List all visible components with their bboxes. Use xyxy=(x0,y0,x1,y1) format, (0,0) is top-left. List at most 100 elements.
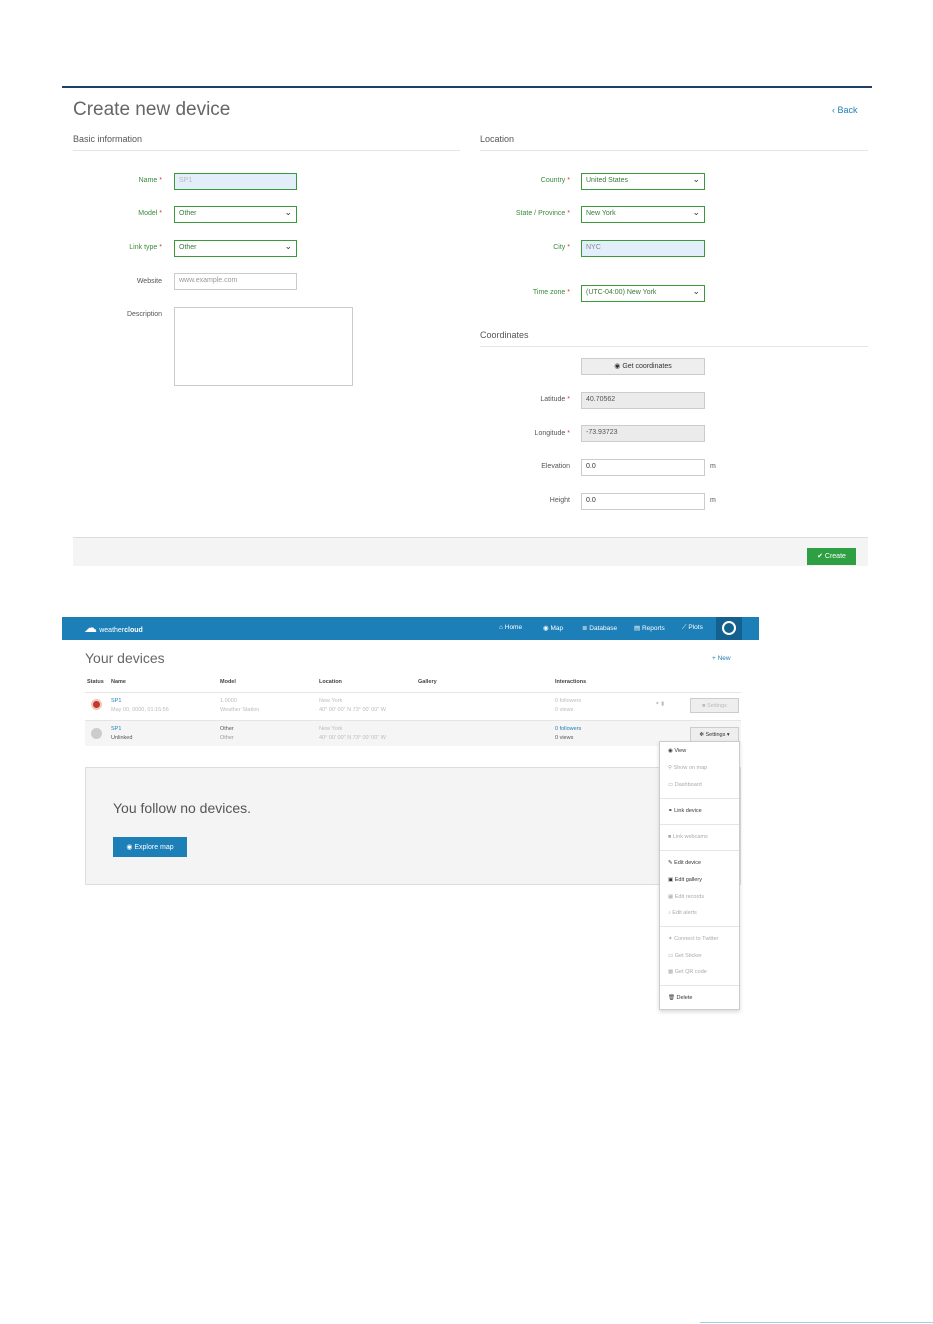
column-interactions: Interactions xyxy=(555,679,587,685)
basic-section-title: Basic information xyxy=(73,134,143,144)
menu-divider xyxy=(660,985,739,986)
page-rule xyxy=(700,1322,933,1323)
column-name: Name xyxy=(111,679,126,685)
check-icon: ✔ xyxy=(817,553,823,560)
device-views: 0 views xyxy=(555,707,574,713)
divider xyxy=(480,150,868,151)
device-followers[interactable]: 0 followers xyxy=(555,698,581,704)
page-title: Create new device xyxy=(73,99,231,120)
twitter-icon: ✦ xyxy=(668,936,673,942)
nav-home[interactable]: ⌂ Home xyxy=(499,624,522,631)
globe-icon: ◉ xyxy=(126,844,133,851)
city-label: City * xyxy=(553,244,570,251)
device-name-link[interactable]: SP1 xyxy=(111,698,121,704)
database-icon: ≣ xyxy=(582,625,588,632)
trash-icon: 🗑 xyxy=(668,995,675,1001)
new-device-link[interactable]: + New xyxy=(712,655,731,662)
gear-icon: ✻ xyxy=(699,732,704,738)
elevation-field[interactable]: 0.0 xyxy=(581,459,705,476)
status-unlinked-icon xyxy=(91,728,102,739)
nav-database[interactable]: ≣ Database xyxy=(582,624,617,632)
cloud-icon: ☁ xyxy=(84,620,97,635)
column-status: Status xyxy=(87,679,104,685)
menu-link-webcams[interactable]: ■ Link webcams xyxy=(668,834,708,840)
height-unit: m xyxy=(710,497,716,504)
bell-icon: ♪ xyxy=(668,910,671,916)
table-row[interactable] xyxy=(85,692,741,718)
device-location[interactable]: New York xyxy=(319,698,342,704)
chart-icon: ⟋ xyxy=(682,624,687,631)
video-icon: ■ xyxy=(668,834,672,840)
device-model: 1.0000 xyxy=(220,698,237,704)
menu-edit-alerts[interactable]: ♪ Edit alerts xyxy=(668,910,697,916)
menu-view[interactable]: ◉ View xyxy=(668,748,686,754)
settings-button[interactable]: ■ Settings xyxy=(690,698,739,713)
top-rule xyxy=(62,86,872,88)
name-field[interactable]: SP1 xyxy=(174,173,297,190)
device-followers[interactable]: 0 followers xyxy=(555,726,581,732)
longitude-field: -73.93723 xyxy=(581,425,705,442)
country-label: Country * xyxy=(540,177,570,184)
gear-icon: ■ xyxy=(702,703,706,709)
menu-dashboard[interactable]: ▭ Dashboard xyxy=(668,782,702,788)
city-field[interactable]: NYC xyxy=(581,240,705,257)
column-model: Model xyxy=(220,679,236,685)
status-offline-icon xyxy=(91,699,102,710)
location-section-title: Location xyxy=(480,134,515,144)
height-label: Height xyxy=(549,497,570,504)
device-model: Other xyxy=(220,726,234,732)
name-label: Name * xyxy=(138,177,162,184)
menu-edit-records[interactable]: ▦ Edit records xyxy=(668,894,704,900)
timezone-select[interactable]: (UTC-04:00) New York xyxy=(581,285,705,302)
height-field[interactable]: 0.0 xyxy=(581,493,705,510)
device-model-sub: Other xyxy=(220,735,234,741)
menu-show-on-map[interactable]: ⚲ Show on map xyxy=(668,765,707,771)
avatar[interactable] xyxy=(716,617,742,640)
image-icon: ▣ xyxy=(668,877,674,883)
table-row[interactable] xyxy=(85,720,741,746)
device-name-link[interactable]: SP1 xyxy=(111,726,121,732)
create-button[interactable]: ✔ Create xyxy=(807,548,856,565)
menu-get-qr[interactable]: ▩ Get QR code xyxy=(668,969,707,975)
state-label: State / Province * xyxy=(515,210,570,217)
device-coords: 40° 00' 00" N 73° 00' 00" W xyxy=(319,735,386,741)
website-field[interactable]: www.example.com xyxy=(174,273,297,290)
window-icon: ▭ xyxy=(668,953,674,959)
menu-connect-twitter[interactable]: ✦ Connect to Twitter xyxy=(668,936,718,942)
link-type-label: Link type * xyxy=(129,244,162,251)
wrench-icon: ✎ xyxy=(668,860,673,866)
coordinates-section-title: Coordinates xyxy=(480,330,529,340)
menu-divider xyxy=(660,926,739,927)
description-field[interactable] xyxy=(174,307,353,386)
device-coords: 40° 00' 00" N 73° 00' 00" W xyxy=(319,707,386,713)
back-link[interactable]: ‹ Back xyxy=(832,105,858,115)
menu-edit-device[interactable]: ✎ Edit device xyxy=(668,860,701,866)
monitor-icon: ▭ xyxy=(668,782,674,788)
menu-delete[interactable]: 🗑 Delete xyxy=(668,995,692,1001)
model-select[interactable]: Other xyxy=(174,206,297,223)
column-location: Location xyxy=(319,679,342,685)
settings-dropdown-button[interactable]: ✻ Settings ▾ xyxy=(690,727,739,742)
nav-plots[interactable]: ⟋ Plots xyxy=(682,624,703,632)
model-label: Model * xyxy=(138,210,162,217)
form-footer xyxy=(73,537,868,566)
state-select[interactable]: New York xyxy=(581,206,705,223)
menu-link-device[interactable]: ⚭ Link device xyxy=(668,808,702,814)
get-coordinates-button[interactable]: ◉ Get coordinates xyxy=(581,358,705,375)
country-select[interactable]: United States xyxy=(581,173,705,190)
device-location[interactable]: New York xyxy=(319,726,342,732)
nav-reports[interactable]: ▤ Reports xyxy=(634,624,665,632)
explore-map-button[interactable]: ◉ Explore map xyxy=(113,837,187,857)
map-marker-icon: ⚲ xyxy=(668,765,673,771)
device-views: 0 views xyxy=(555,735,574,741)
menu-edit-gallery[interactable]: ▣ Edit gallery xyxy=(668,877,702,883)
nav-map[interactable]: ◉ Map xyxy=(543,624,563,632)
logo[interactable]: ☁ weathercloud xyxy=(84,620,143,636)
latitude-label: Latitude * xyxy=(540,396,570,403)
description-label: Description xyxy=(126,311,162,318)
menu-get-sticker[interactable]: ▭ Get Sticker xyxy=(668,953,702,959)
link-type-select[interactable]: Other xyxy=(174,240,297,257)
menu-divider xyxy=(660,850,739,851)
sitemap-icon: ⚭ xyxy=(668,808,673,814)
calendar-icon: ▦ xyxy=(668,894,674,900)
